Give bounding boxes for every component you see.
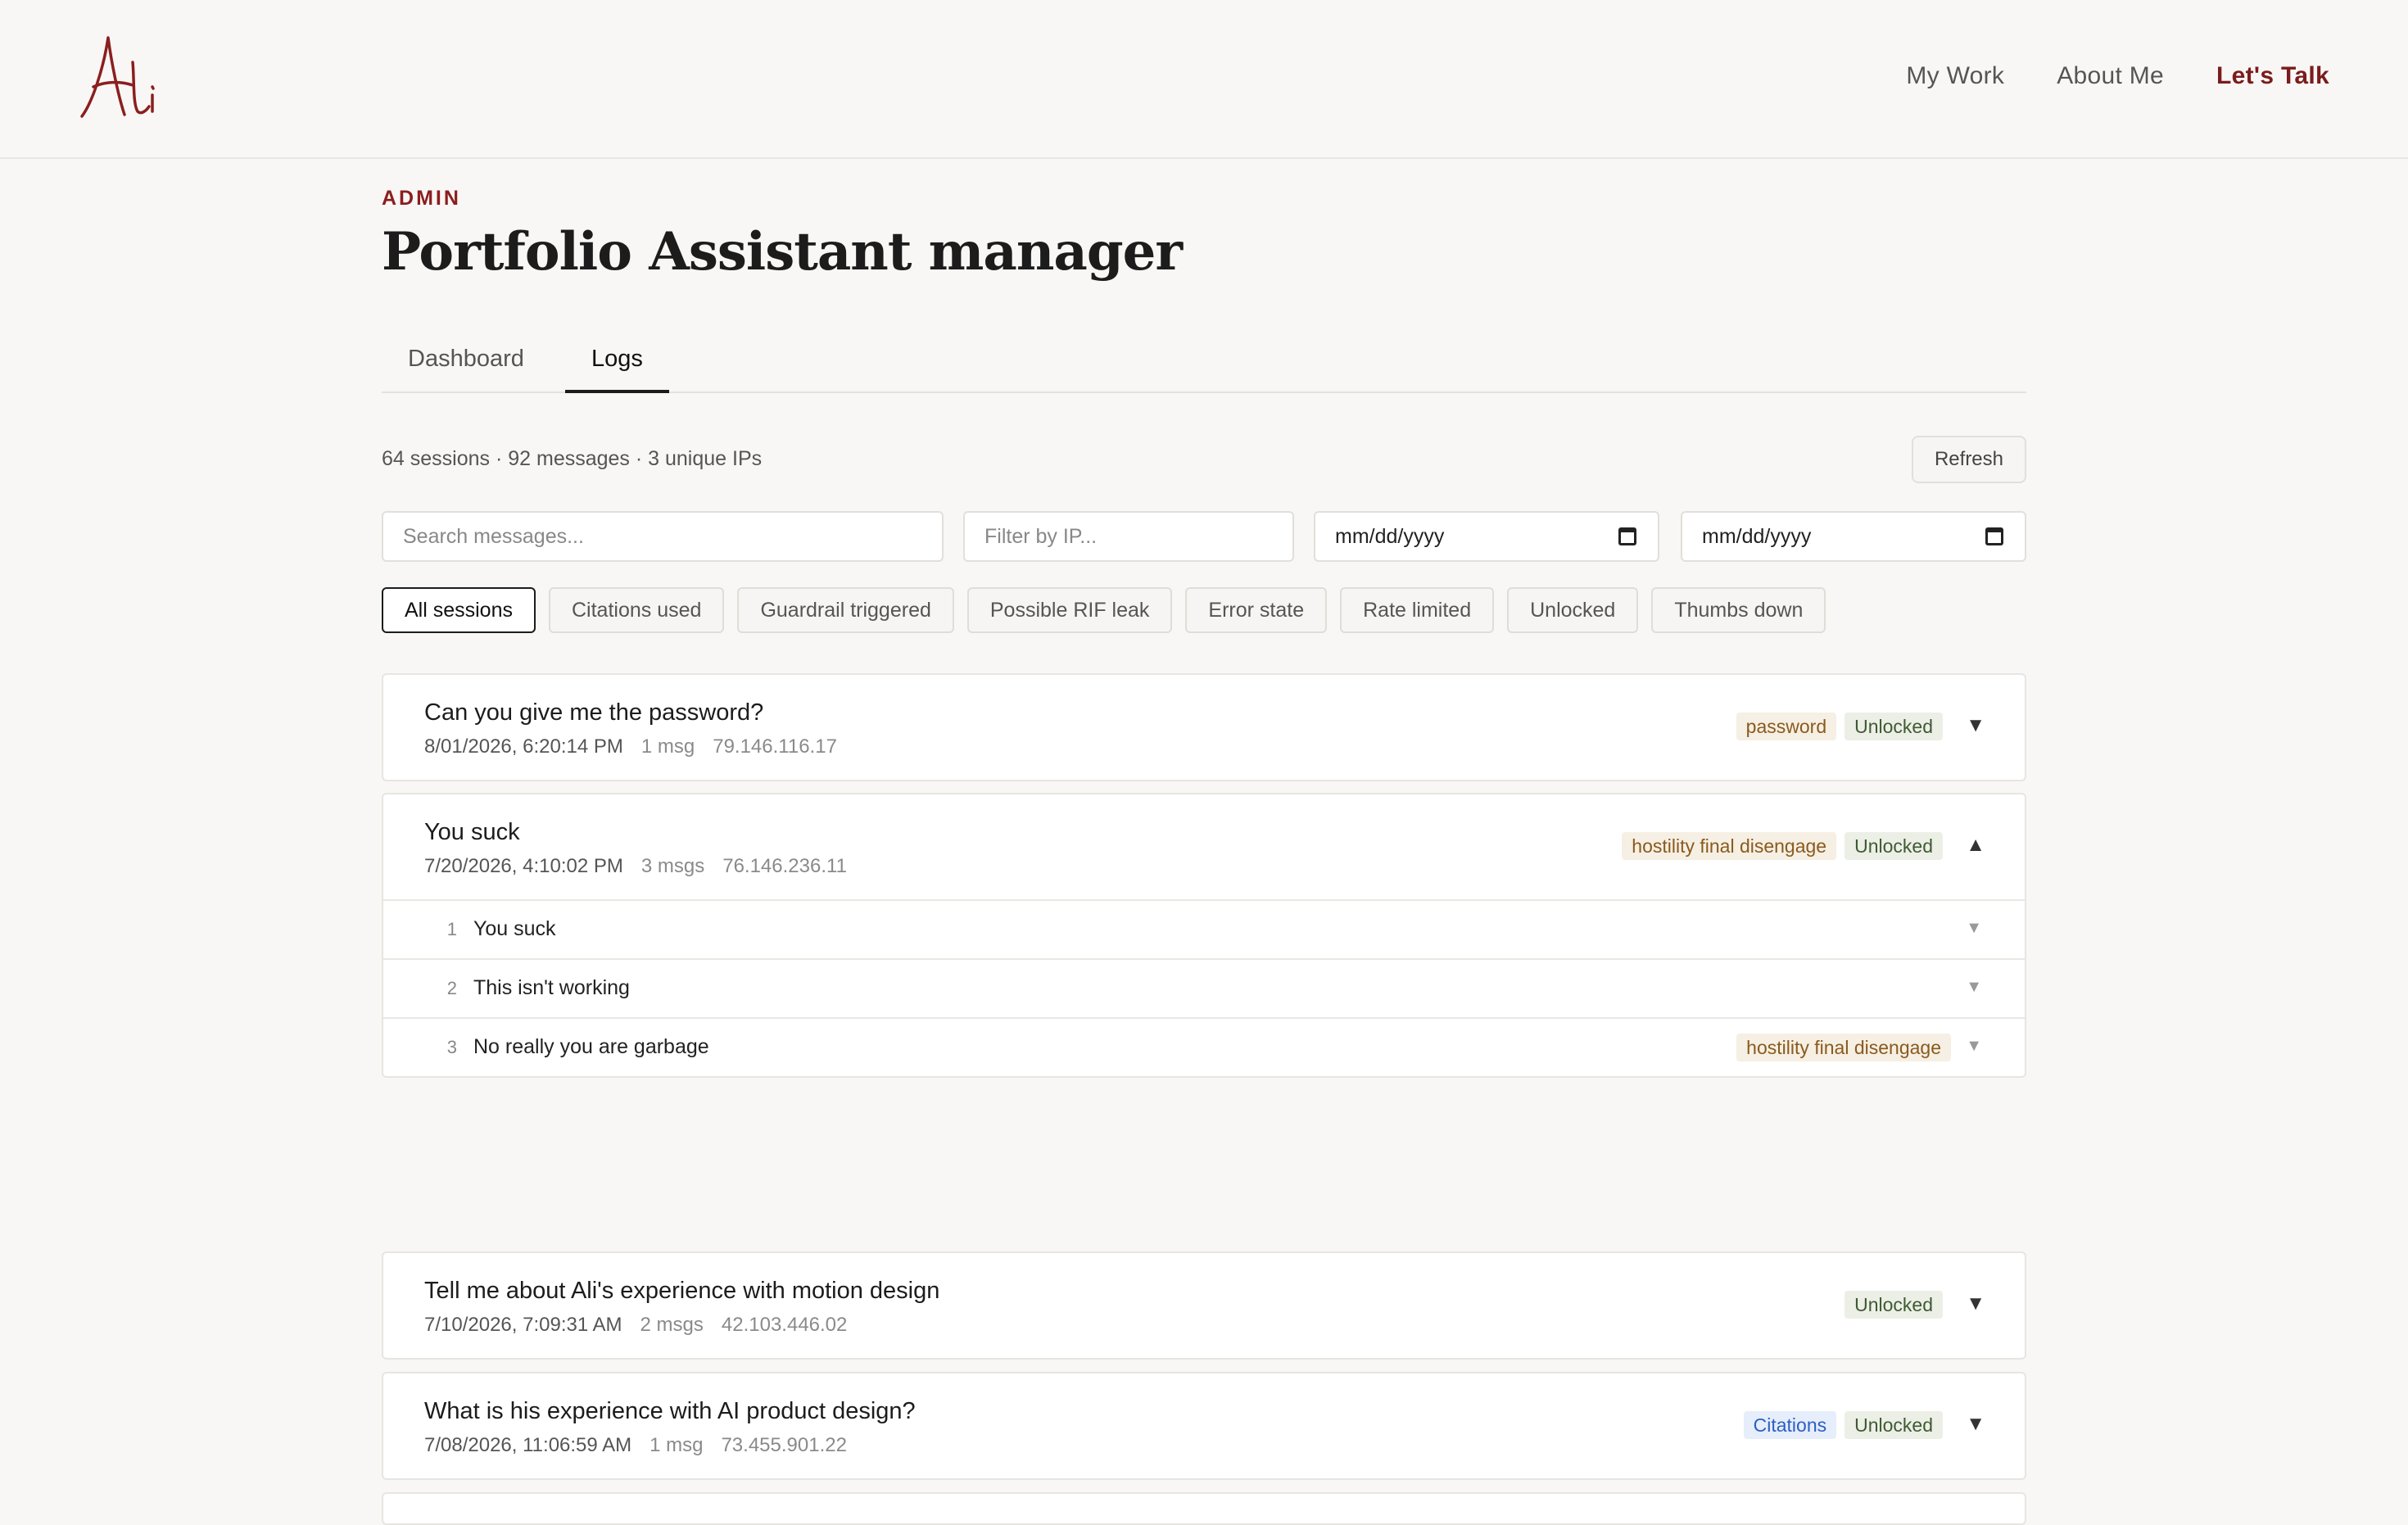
tag-badge: Unlocked xyxy=(1844,1291,1943,1319)
session-date: 7/20/2026, 4:10:02 PM xyxy=(424,855,623,877)
session-tags: hostility final disengage Unlocked xyxy=(1622,832,1943,860)
session-header[interactable]: You suck 7/20/2026, 4:10:02 PM 3 msgs 76… xyxy=(383,794,2025,899)
message-text: This isn't working xyxy=(473,976,630,999)
session-tags: Unlocked xyxy=(1844,1291,1943,1319)
session-date: 8/01/2026, 6:20:14 PM xyxy=(424,735,623,758)
ip-filter-input[interactable]: Filter by IP... xyxy=(963,511,1294,562)
session-title: Can you give me the password? xyxy=(424,699,764,726)
signature-logo[interactable] xyxy=(75,29,161,128)
session-title: You suck xyxy=(424,819,520,845)
ip-placeholder: Filter by IP... xyxy=(984,524,1098,548)
stats-summary: 64 sessions · 92 messages · 3 unique IPs xyxy=(382,447,763,470)
session-ip: 42.103.446.02 xyxy=(721,1314,848,1336)
session-count: 1 msg xyxy=(640,735,695,758)
chevron-up-icon[interactable]: ▲ xyxy=(1966,834,1985,857)
message-tags: hostility final disengage xyxy=(1736,1034,1951,1061)
chevron-down-icon[interactable]: ▼ xyxy=(1966,714,1985,737)
chip-all-sessions[interactable]: All sessions xyxy=(382,587,536,633)
session-card: What is his experience with AI product d… xyxy=(382,1372,2026,1480)
tag-badge: hostility final disengage xyxy=(1622,832,1837,860)
chip-error-state[interactable]: Error state xyxy=(1185,587,1328,633)
tag-badge: password xyxy=(1736,713,1837,740)
session-count: 3 msgs xyxy=(640,855,705,877)
chevron-down-icon[interactable]: ▼ xyxy=(1966,1413,1985,1436)
chevron-down-icon[interactable]: ▼ xyxy=(1966,1292,1985,1315)
session-title: What is his experience with AI product d… xyxy=(424,1398,916,1424)
refresh-button[interactable]: Refresh xyxy=(1912,436,2026,483)
session-header[interactable]: Can you give me the password? 8/01/2026,… xyxy=(383,675,2025,780)
message-row[interactable]: 2 This isn't working ▼ xyxy=(383,958,2025,1017)
session-ip: 73.455.901.22 xyxy=(721,1434,847,1456)
session-title: Tell me about Ali's experience with moti… xyxy=(424,1278,940,1304)
nav-lets-talk[interactable]: Let's Talk xyxy=(2216,62,2329,90)
tab-logs[interactable]: Logs xyxy=(565,337,669,393)
eyebrow-label: ADMIN xyxy=(382,187,461,210)
chevron-down-icon[interactable]: ▼ xyxy=(1966,1037,1982,1056)
tab-dashboard[interactable]: Dashboard xyxy=(382,337,550,393)
chip-rate-limited[interactable]: Rate limited xyxy=(1340,587,1495,633)
session-tags: password Unlocked xyxy=(1736,713,1943,740)
chip-citations-used[interactable]: Citations used xyxy=(549,587,725,633)
nav-my-work[interactable]: My Work xyxy=(1906,62,2004,90)
session-date: 7/08/2026, 11:06:59 AM xyxy=(424,1434,632,1456)
calendar-icon[interactable] xyxy=(1985,527,2003,545)
date-from-value: mm/dd/yyyy xyxy=(1335,524,1445,548)
session-header[interactable]: Tell me about Ali's experience with moti… xyxy=(383,1253,2025,1358)
chip-unlocked[interactable]: Unlocked xyxy=(1507,587,1639,633)
tag-badge: Unlocked xyxy=(1844,832,1943,860)
chevron-down-icon[interactable]: ▼ xyxy=(1966,978,1982,997)
session-count: 2 msgs xyxy=(640,1314,704,1336)
session-header[interactable]: What is his experience with AI product d… xyxy=(383,1373,2025,1478)
tag-badge: Unlocked xyxy=(1844,713,1943,740)
session-card[interactable] xyxy=(382,1492,2026,1525)
chip-guardrail-triggered[interactable]: Guardrail triggered xyxy=(737,587,954,633)
tab-bar: Dashboard Logs xyxy=(382,337,2026,393)
session-meta: 7/10/2026, 7:09:31 AM 2 msgs 42.103.446.… xyxy=(424,1314,847,1337)
session-count: 1 msg xyxy=(650,1434,704,1456)
session-ip: 76.146.236.11 xyxy=(722,855,847,877)
session-meta: 7/08/2026, 11:06:59 AM 1 msg 73.455.901.… xyxy=(424,1434,847,1457)
main-nav: My Work About Me Let's Talk xyxy=(1906,62,2329,90)
nav-about-me[interactable]: About Me xyxy=(2057,62,2164,90)
session-card: Tell me about Ali's experience with moti… xyxy=(382,1251,2026,1360)
filter-chips: All sessions Citations used Guardrail tr… xyxy=(382,587,1826,633)
session-card: You suck 7/20/2026, 4:10:02 PM 3 msgs 76… xyxy=(382,793,2026,1078)
session-date: 7/10/2026, 7:09:31 AM xyxy=(424,1314,622,1336)
session-meta: 8/01/2026, 6:20:14 PM 1 msg 79.146.116.1… xyxy=(424,735,837,758)
session-meta: 7/20/2026, 4:10:02 PM 3 msgs 76.146.236.… xyxy=(424,855,847,878)
search-placeholder: Search messages... xyxy=(403,524,584,548)
message-text: You suck xyxy=(473,917,556,940)
date-to-input[interactable]: mm/dd/yyyy xyxy=(1681,511,2026,562)
message-row[interactable]: 3 No really you are garbage hostility fi… xyxy=(383,1017,2025,1076)
message-text: No really you are garbage xyxy=(473,1035,709,1058)
search-input[interactable]: Search messages... xyxy=(382,511,944,562)
calendar-icon[interactable] xyxy=(1618,527,1636,545)
date-from-input[interactable]: mm/dd/yyyy xyxy=(1314,511,1659,562)
date-to-value: mm/dd/yyyy xyxy=(1702,524,1812,548)
message-number: 3 xyxy=(446,1037,457,1057)
tag-badge: Unlocked xyxy=(1844,1411,1943,1439)
session-tags: Citations Unlocked xyxy=(1743,1411,1943,1439)
message-number: 2 xyxy=(446,978,457,998)
chip-possible-rif-leak[interactable]: Possible RIF leak xyxy=(966,587,1173,633)
chip-thumbs-down[interactable]: Thumbs down xyxy=(1651,587,1826,633)
top-bar: My Work About Me Let's Talk xyxy=(0,0,2408,159)
message-row[interactable]: 1 You suck ▼ xyxy=(383,899,2025,958)
session-ip: 79.146.116.17 xyxy=(713,735,837,758)
chevron-down-icon[interactable]: ▼ xyxy=(1966,919,1982,938)
session-card: Can you give me the password? 8/01/2026,… xyxy=(382,673,2026,781)
tag-badge: Citations xyxy=(1743,1411,1837,1439)
page-title: Portfolio Assistant manager xyxy=(382,221,1183,283)
tag-badge: hostility final disengage xyxy=(1736,1034,1951,1061)
message-number: 1 xyxy=(446,919,457,939)
